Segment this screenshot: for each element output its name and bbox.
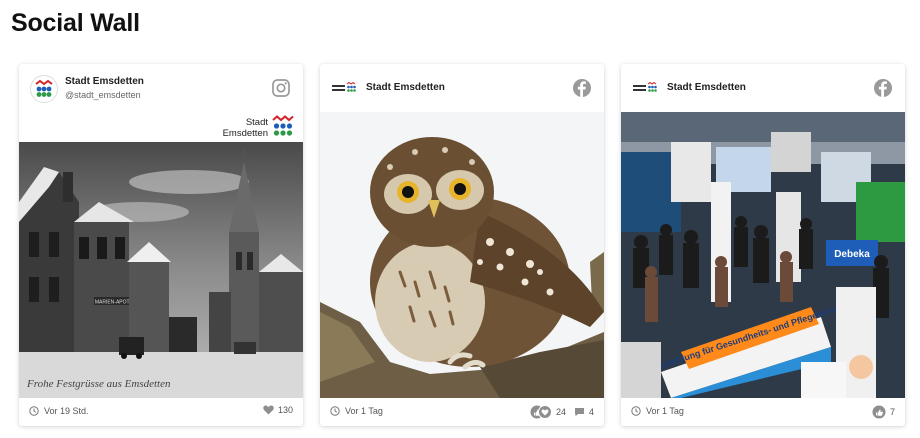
post-image-career-fair[interactable]: Debeka Ausbildung für Gesundheits- und P…: [621, 112, 905, 398]
reactions-count: 7: [889, 407, 895, 417]
clock-icon: [330, 406, 340, 416]
city-crest-avatar[interactable]: [30, 75, 58, 103]
sign-text: Debeka: [834, 249, 870, 260]
heart-icon[interactable]: [263, 405, 274, 415]
brand-line-1: Stadt: [245, 117, 268, 128]
author-name[interactable]: Stadt Emsdetten: [366, 82, 445, 93]
likes-count: 130: [277, 405, 293, 415]
author-name[interactable]: Stadt Emsdetten: [667, 82, 746, 93]
post-card-instagram[interactable]: Stadt Emsdetten @stadt_emsdetten Stadt E…: [19, 64, 303, 426]
city-crest-icon: [272, 115, 294, 136]
post-stats: 24 4: [530, 405, 594, 419]
post-card-facebook-owl[interactable]: Stadt Emsdetten Vor 1 Tag 24 4: [320, 64, 604, 426]
post-time[interactable]: Vor 19 Std.: [44, 406, 89, 416]
reactions-icon[interactable]: [530, 405, 552, 419]
post-time[interactable]: Vor 1 Tag: [646, 406, 684, 416]
page-title: Social Wall: [11, 9, 140, 37]
post-header: Stadt Emsdetten: [621, 64, 905, 112]
comments-count: 4: [588, 407, 594, 417]
instagram-icon[interactable]: [271, 78, 291, 98]
post-footer: Vor 1 Tag 24 4: [320, 398, 604, 426]
post-footer: Vor 1 Tag 7: [621, 398, 905, 426]
image-caption: Frohe Festgrüsse aus Emsdetten: [26, 378, 171, 390]
facebook-icon[interactable]: [572, 78, 592, 98]
facebook-icon[interactable]: [873, 78, 893, 98]
post-time[interactable]: Vor 1 Tag: [345, 406, 383, 416]
reactions-count: 24: [555, 407, 566, 417]
clock-icon: [29, 406, 39, 416]
city-brand-logo: Stadt Emsdetten: [198, 115, 298, 141]
city-logo[interactable]: [332, 82, 360, 94]
city-logo[interactable]: [633, 82, 661, 94]
author-handle[interactable]: @stadt_emsdetten: [65, 90, 141, 100]
post-image-historic-postcard[interactable]: MARIEN-APOTHEKE Frohe Festgrüsse aus Ems…: [19, 142, 303, 398]
post-header: Stadt Emsdetten: [320, 64, 604, 112]
comment-icon[interactable]: [574, 407, 585, 417]
post-card-facebook-fair[interactable]: Stadt Emsdetten Debeka Ausbildung für Ge…: [621, 64, 905, 426]
post-header: Stadt Emsdetten @stadt_emsdetten: [19, 64, 303, 112]
post-footer: Vor 19 Std. 130: [19, 398, 303, 426]
post-stats: 130: [263, 405, 293, 415]
post-image-owl[interactable]: [320, 112, 604, 398]
author-name[interactable]: Stadt Emsdetten: [65, 76, 144, 87]
brand-line-2: Emsdetten: [222, 128, 268, 139]
like-reaction-icon[interactable]: [872, 405, 886, 419]
post-stats: 7: [872, 405, 895, 419]
clock-icon: [631, 406, 641, 416]
